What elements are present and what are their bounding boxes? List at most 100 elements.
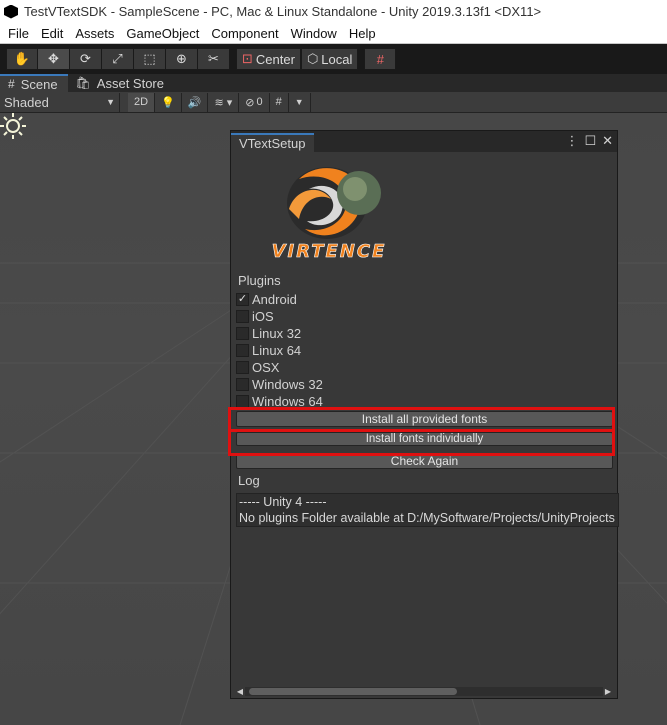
menu-edit[interactable]: Edit — [35, 26, 69, 41]
vtextsetup-header: VTextSetup ⋮ ☐ ✕ — [231, 131, 617, 152]
window-title: TestVTextSDK - SampleScene - PC, Mac & L… — [24, 4, 542, 19]
toggle-2d-label: 2D — [134, 96, 149, 108]
audio-toggle[interactable]: 🔊 — [182, 92, 209, 112]
plugin-checkbox[interactable] — [236, 360, 249, 374]
grid-snap-button[interactable]: # — [364, 48, 397, 70]
log-label: Log — [238, 473, 260, 488]
vtextsetup-title: VTextSetup — [239, 136, 306, 151]
scene-toolbar: Shaded ▼ 2D 💡 🔊 ≋ ▾ ⊘ 0 # ▼ — [0, 92, 667, 113]
rect-icon: ⬚ — [143, 51, 156, 66]
rotate-tool-button[interactable]: ⟳ — [70, 48, 102, 70]
plugin-row-linux32[interactable]: Linux 32 — [236, 325, 301, 341]
logo-wordmark: VIRTENCE — [272, 241, 387, 262]
highlight-install-individually — [228, 429, 615, 456]
transform-icon: ⊕ — [176, 51, 187, 66]
tab-scene[interactable]: # Scene — [0, 74, 68, 92]
log-line: ----- Unity 4 ----- — [239, 495, 327, 509]
log-line: No plugins Folder available at D:/MySoft… — [239, 511, 615, 525]
virtence-logo: VIRTENCE — [271, 167, 387, 262]
plugin-checkbox[interactable] — [236, 343, 249, 357]
chevron-down-icon: ▼ — [294, 97, 304, 107]
plugin-checkbox[interactable] — [236, 377, 249, 391]
transform-tool-button[interactable]: ⊕ — [166, 48, 198, 70]
directional-light-icon[interactable] — [0, 113, 26, 139]
plugin-checkbox[interactable]: ✓ — [236, 292, 249, 306]
light-bulb-icon: 💡 — [161, 96, 175, 109]
tab-vtextsetup[interactable]: VTextSetup — [231, 133, 314, 152]
menu-assets[interactable]: Assets — [69, 26, 120, 41]
grid-snap-icon: # — [376, 51, 384, 67]
window-controls: ⋮ ☐ ✕ — [565, 133, 613, 149]
window-titlebar: TestVTextSDK - SampleScene - PC, Mac & L… — [0, 0, 667, 23]
hidden-objects-toggle[interactable]: ⊘ 0 — [239, 92, 270, 112]
grid-options-dropdown[interactable]: ▼ — [289, 92, 311, 112]
draw-mode-dropdown[interactable]: Shaded ▼ — [0, 92, 120, 112]
pivot-icon: ⊡ — [242, 51, 253, 66]
scroll-left-icon[interactable]: ◀ — [235, 687, 245, 696]
plugin-label: OSX — [252, 359, 280, 375]
shopping-bag-icon: 🛍 — [75, 76, 91, 90]
plugin-label: iOS — [252, 308, 274, 324]
scene-tab-strip: # Scene 🛍 Asset Store — [0, 74, 667, 92]
plugin-label: Windows 32 — [252, 376, 323, 392]
eye-slash-icon: ⊘ — [245, 96, 255, 109]
toggle-2d-button[interactable]: 2D — [128, 92, 156, 112]
plugin-checkbox[interactable] — [236, 326, 249, 340]
menu-gameobject[interactable]: GameObject — [120, 26, 205, 41]
tab-asset-store[interactable]: 🛍 Asset Store — [68, 74, 174, 92]
vtextsetup-window: VTextSetup ⋮ ☐ ✕ VIRTENCE Plugins ✓ Andr… — [228, 130, 619, 699]
menu-window[interactable]: Window — [285, 26, 343, 41]
scale-icon: ⤢ — [112, 51, 123, 66]
draw-mode-label: Shaded — [4, 94, 49, 110]
tab-asset-store-label: Asset Store — [96, 75, 164, 91]
menu-file[interactable]: File — [2, 26, 35, 41]
layers-icon: ≋ ▾ — [214, 96, 233, 109]
menu-help[interactable]: Help — [343, 26, 382, 41]
menu-bar: File Edit Assets GameObject Component Wi… — [0, 23, 667, 44]
maximize-icon[interactable]: ☐ — [584, 133, 596, 149]
grid-toggle[interactable]: # — [270, 92, 289, 112]
pivot-toggles: ⊡ Center ⬡ Local — [236, 48, 359, 70]
plugin-row-ios[interactable]: iOS — [236, 308, 274, 324]
chevron-down-icon: ▼ — [106, 97, 115, 107]
scene-icon: # — [8, 77, 15, 91]
plugin-row-linux64[interactable]: Linux 64 — [236, 342, 301, 358]
plugin-label: Linux 64 — [252, 342, 302, 358]
effects-dropdown[interactable]: ≋ ▾ — [208, 92, 240, 112]
hand-tool-button[interactable]: ✋ — [6, 48, 38, 70]
tab-scene-label: Scene — [20, 76, 58, 92]
scale-tool-button[interactable]: ⤢ — [102, 48, 134, 70]
plugin-row-osx[interactable]: OSX — [236, 359, 279, 375]
check-again-label: Check Again — [390, 454, 459, 468]
plugin-row-android[interactable]: ✓ Android — [236, 291, 297, 307]
rect-tool-button[interactable]: ⬚ — [134, 48, 166, 70]
pivot-label: Center — [255, 51, 295, 67]
move-icon: ✥ — [48, 51, 59, 66]
plugins-label: Plugins — [238, 273, 281, 288]
lighting-toggle[interactable]: 💡 — [155, 92, 182, 112]
custom-tool-button[interactable]: ✂ — [198, 48, 230, 70]
plugin-label: Linux 32 — [252, 325, 302, 341]
checkmark-icon: ✓ — [237, 292, 248, 305]
pivot-local-toggle[interactable]: ⬡ Local — [300, 48, 359, 70]
plugin-checkbox[interactable] — [236, 394, 249, 408]
grid-snap-group: # — [364, 48, 397, 70]
scroll-thumb[interactable] — [249, 687, 457, 695]
rotate-icon: ⟳ — [80, 51, 91, 66]
more-options-icon[interactable]: ⋮ — [565, 133, 578, 149]
plugin-checkbox[interactable] — [236, 309, 249, 323]
scroll-right-icon[interactable]: ▶ — [603, 687, 613, 696]
pivot-center-toggle[interactable]: ⊡ Center — [236, 48, 301, 70]
horizontal-scrollbar[interactable]: ◀ ▶ — [235, 685, 613, 697]
space-label: Local — [321, 51, 353, 67]
log-output: ----- Unity 4 ----- No plugins Folder av… — [236, 493, 619, 527]
plugin-row-windows32[interactable]: Windows 32 — [236, 376, 323, 392]
scroll-track[interactable] — [245, 686, 603, 696]
main-toolbar: ✋ ✥ ⟳ ⤢ ⬚ ⊕ ✂ ⊡ Center ⬡ Local # — [0, 44, 667, 74]
tools-icon: ✂ — [208, 51, 219, 66]
close-icon[interactable]: ✕ — [602, 133, 613, 149]
grid-icon: # — [275, 96, 282, 108]
menu-component[interactable]: Component — [205, 26, 284, 41]
move-tool-button[interactable]: ✥ — [38, 48, 70, 70]
hidden-count: 0 — [256, 96, 263, 108]
